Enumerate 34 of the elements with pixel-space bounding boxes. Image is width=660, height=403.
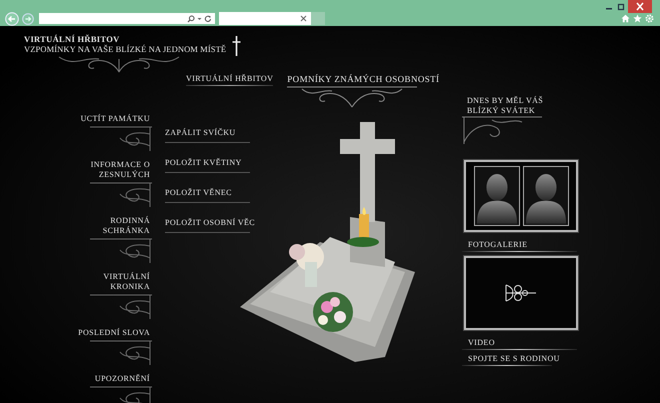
contact-link[interactable]: SPOJTE SE S RODINOU — [462, 350, 560, 365]
holiday-heading: DNES BY MĚL VÁŠ BLÍZKÝ SVÁTEK — [466, 96, 544, 116]
site-title: VIRTUÁLNÍ HŘBITOV — [24, 34, 120, 44]
action-link[interactable]: POLOŽIT VĚNEC — [165, 188, 232, 197]
nav-link[interactable]: VIRTUÁLNÍ HŘBITOV — [186, 74, 274, 85]
video-frame[interactable] — [464, 256, 578, 330]
menu-link[interactable]: RODINNÁ SCHRÁNKA — [102, 216, 152, 238]
gallery-link[interactable]: FOTOGALERIE — [462, 236, 528, 251]
star-icon[interactable] — [633, 14, 642, 23]
menu-link[interactable]: UPOZORNĚNÍ — [94, 374, 152, 386]
scroll-ornament — [90, 126, 152, 152]
photo-frame[interactable] — [464, 160, 578, 232]
site-tagline: VZPOMÍNKY NA VAŠE BLÍZKÉ NA JEDNOM MÍSTĚ — [24, 44, 226, 55]
restore-icon[interactable] — [616, 3, 626, 11]
menu-link[interactable]: POSLEDNÍ SLOVA — [78, 328, 152, 340]
close-icon[interactable] — [300, 15, 307, 22]
action-link[interactable]: ZAPÁLIT SVÍČKU — [165, 128, 236, 137]
scroll-ornament — [90, 238, 152, 264]
scroll-ornament — [504, 282, 538, 304]
search-icon[interactable] — [187, 14, 195, 22]
scroll-ornament — [90, 294, 152, 320]
menu-link[interactable]: VIRTUÁLNÍ KRONIKA — [103, 272, 152, 294]
refresh-icon[interactable] — [204, 14, 212, 22]
nav-link[interactable]: POMNÍKY ZNÁMÝCH OSOBNOSTÍ — [287, 74, 440, 86]
action-link[interactable]: POLOŽIT OSOBNÍ VĚC — [165, 218, 256, 227]
video-link[interactable]: VIDEO — [462, 334, 495, 349]
action-link[interactable]: POLOŽIT KVĚTINY — [165, 158, 242, 167]
scroll-ornament — [90, 340, 152, 366]
close-icon[interactable] — [628, 0, 652, 13]
menu-link[interactable]: UCTÍT PAMÁTKU — [80, 114, 152, 126]
address-field[interactable] — [39, 13, 215, 24]
cross-icon — [232, 36, 242, 56]
menu-link[interactable]: INFORMACE O ZESNULÝCH — [90, 160, 152, 182]
scroll-ornament — [90, 182, 152, 208]
